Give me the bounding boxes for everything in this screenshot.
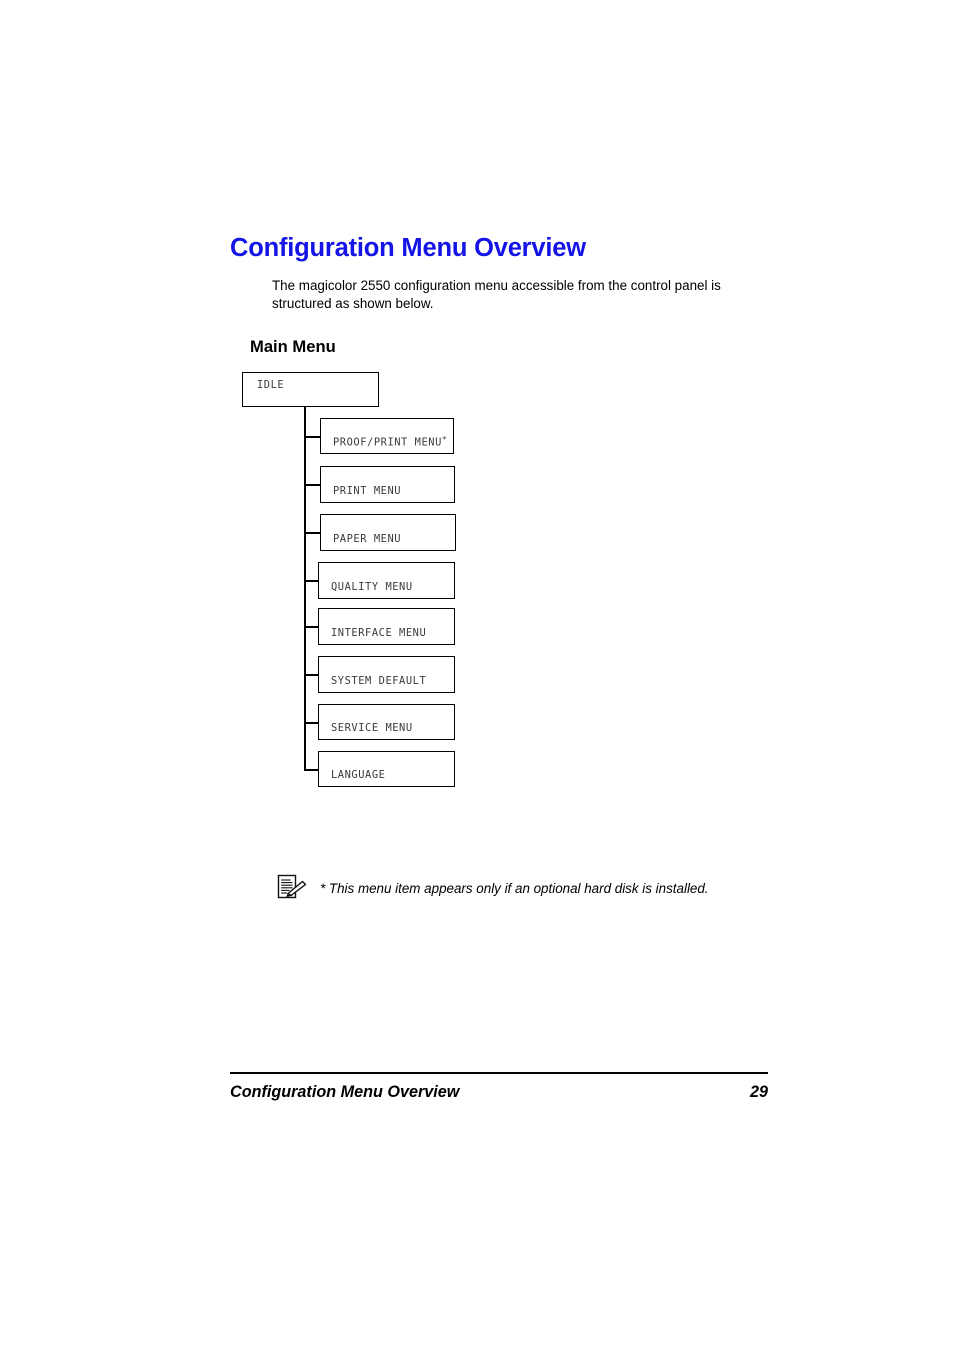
tree-node-label: SERVICE MENU [331,722,413,734]
tree-node-language: LANGUAGE [318,751,455,787]
tree-node-label: SYSTEM DEFAULT [331,675,427,687]
footer-divider [230,1072,768,1074]
footnote-block: * This menu item appears only if an opti… [276,874,746,908]
tree-stub-line [304,674,319,676]
tree-stub-line [304,532,321,534]
tree-node-paper-menu: PAPER MENU [320,514,456,551]
tree-stub-line [304,769,319,771]
intro-paragraph: The magicolor 2550 configuration menu ac… [272,278,721,311]
document-page: Configuration Menu Overview The magicolo… [0,0,954,1351]
note-pencil-icon [276,874,310,904]
main-menu-tree-diagram: IDLE PROOF/PRINT MENU* PRINT MENU PAPER … [0,0,954,1351]
tree-node-interface-menu: INTERFACE MENU [318,608,455,645]
footnote-text: * This menu item appears only if an opti… [320,881,709,896]
tree-node-label: QUALITY MENU [331,581,413,593]
tree-node-system-default: SYSTEM DEFAULT [318,656,455,693]
tree-node-label: PRINT MENU [333,485,402,497]
tree-trunk-line [304,406,306,770]
tree-node-label: IDLE [257,379,285,391]
tree-node-label: LANGUAGE [331,769,386,781]
tree-node-quality-menu: QUALITY MENU [318,562,455,599]
tree-node-service-menu: SERVICE MENU [318,704,455,740]
tree-node-print-menu: PRINT MENU [320,466,455,503]
tree-node-label: PAPER MENU [333,533,402,545]
tree-stub-line [304,436,321,438]
footer-page-number: 29 [749,1083,768,1101]
tree-node-label: INTERFACE MENU [331,627,427,639]
tree-stub-line [304,484,321,486]
page-title: Configuration Menu Overview [230,234,586,262]
tree-stub-line [304,626,319,628]
tree-node-proof-print-menu: PROOF/PRINT MENU* [320,418,454,454]
tree-stub-line [304,722,319,724]
footnote-marker-icon: * [441,434,447,444]
tree-node-idle: IDLE [242,372,379,407]
section-heading-main-menu: Main Menu [250,337,336,356]
footer-section-title: Configuration Menu Overview [230,1083,460,1101]
tree-node-label: PROOF/PRINT MENU* [333,434,447,449]
tree-stub-line [304,580,319,582]
